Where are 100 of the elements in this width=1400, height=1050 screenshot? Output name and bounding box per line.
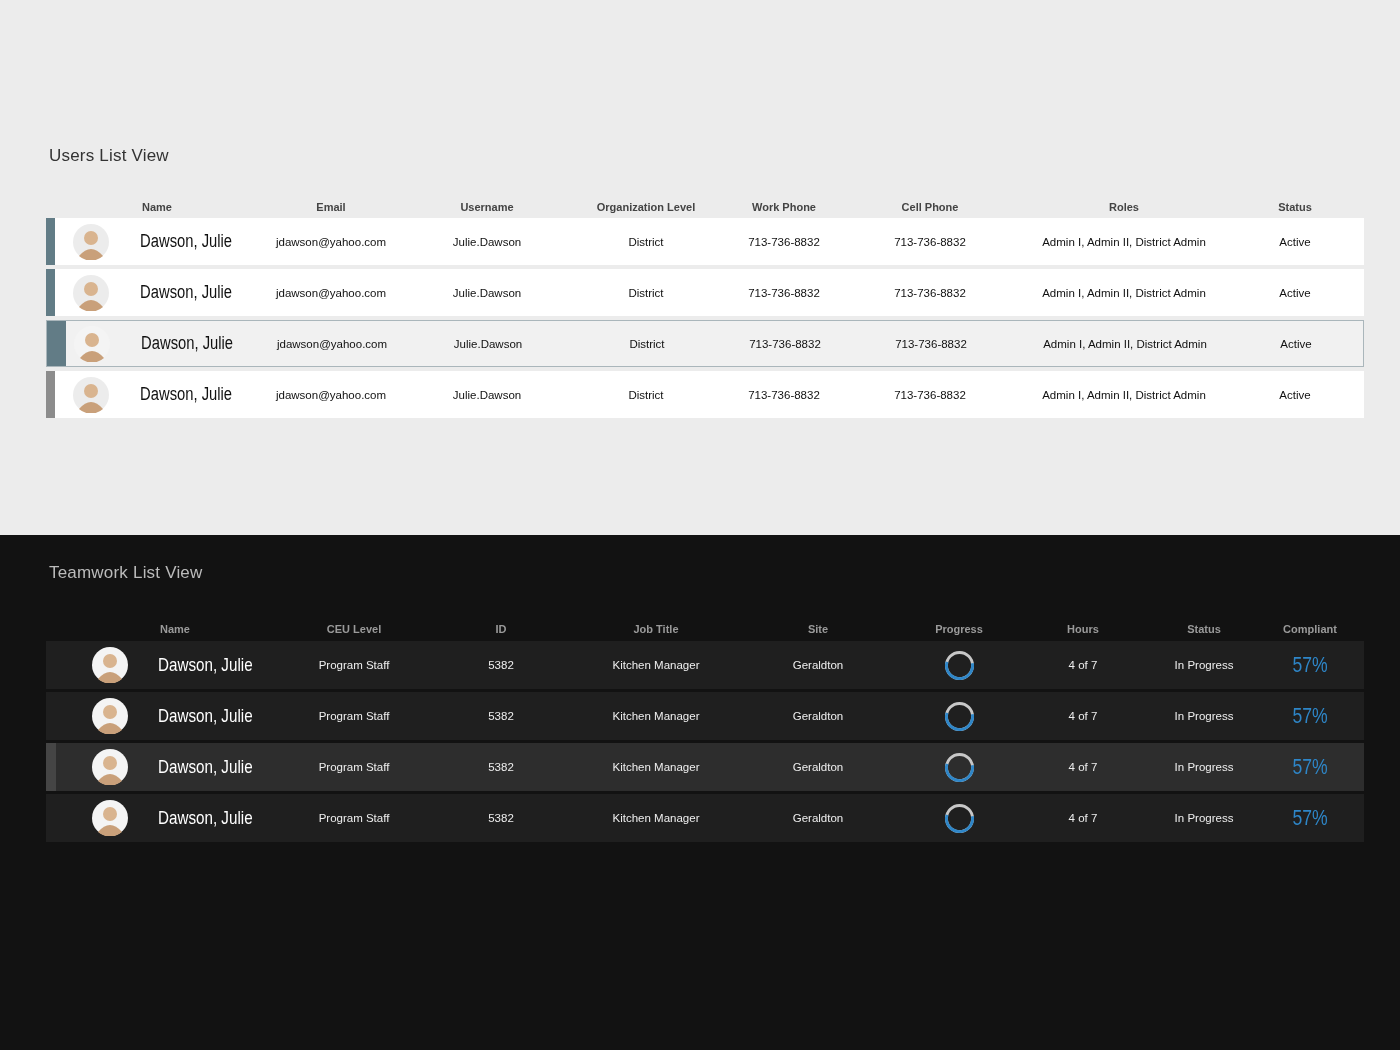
- table-cell-text: District: [628, 337, 666, 350]
- column-header: Username: [459, 201, 515, 213]
- avatar-icon: [73, 376, 109, 413]
- table-cell-text: Active: [1278, 286, 1312, 299]
- table-cell-text: Geraldton: [791, 761, 845, 773]
- table-cell-text: Geraldton: [791, 659, 845, 671]
- user-name: Dawson, Julie: [140, 333, 234, 354]
- section-title: Teamwork List View: [49, 563, 204, 583]
- table-cell-text: jdawson@yahoo.com: [274, 388, 388, 401]
- table-cell-text: Geraldton: [791, 710, 845, 722]
- progress-ring: [943, 700, 975, 732]
- column-header: CEU Level: [325, 623, 383, 635]
- table-cell-text: District: [627, 286, 665, 299]
- user-row[interactable]: Dawson, Julie jdawson@yahoo.com Julie.Dawson District 713-736-8832 713-736-8832 Admin I, Admin II, District Admin Active: [46, 218, 1364, 265]
- table-cell-text: 713-736-8832: [894, 337, 968, 350]
- teamwork-row[interactable]: Dawson, Julie Program Staff 5382 Kitchen Manager Geraldton 4 of 7 In Progress 57%: [46, 794, 1364, 842]
- table-cell-text: District: [627, 235, 665, 248]
- table-cell-text: 4 of 7: [1067, 659, 1099, 671]
- user-name: Dawson, Julie: [157, 654, 254, 676]
- avatar-icon: [92, 749, 128, 785]
- table-cell-text: Geraldton: [791, 812, 845, 824]
- table-cell-text: Program Staff: [317, 710, 391, 722]
- table-cell-text: jdawson@yahoo.com: [274, 286, 388, 299]
- teamwork-row[interactable]: Dawson, Julie Program Staff 5382 Kitchen Manager Geraldton 4 of 7 In Progress 57%: [46, 743, 1364, 791]
- column-header: Name: [159, 623, 191, 635]
- table-cell-text: Julie.Dawson: [451, 388, 523, 401]
- avatar-icon: [73, 274, 109, 311]
- compliance-percent: 57%: [1291, 805, 1329, 831]
- user-name: Dawson, Julie: [139, 231, 233, 252]
- user-name: Dawson, Julie: [157, 807, 254, 829]
- table-cell-text: 5382: [487, 659, 515, 671]
- user-name: Dawson, Julie: [157, 705, 254, 727]
- user-row[interactable]: Dawson, Julie jdawson@yahoo.com Julie.Dawson District 713-736-8832 713-736-8832 Admin I, Admin II, District Admin Active: [46, 371, 1364, 418]
- table-cell-text: 4 of 7: [1067, 710, 1099, 722]
- compliance-percent: 57%: [1291, 703, 1329, 729]
- table-cell-text: jdawson@yahoo.com: [274, 235, 388, 248]
- table-cell-text: Active: [1278, 388, 1312, 401]
- progress-ring: [943, 649, 975, 681]
- column-header: ID: [494, 623, 508, 635]
- avatar-icon: [92, 800, 128, 836]
- table-cell-text: 713-736-8832: [747, 286, 821, 299]
- teamwork-row[interactable]: Dawson, Julie Program Staff 5382 Kitchen Manager Geraldton 4 of 7 In Progress 57%: [46, 692, 1364, 740]
- column-header: Organization Level: [595, 201, 697, 213]
- table-cell-text: Kitchen Manager: [611, 761, 701, 773]
- table-cell-text: 5382: [487, 710, 515, 722]
- table-cell-text: Program Staff: [317, 659, 391, 671]
- table-cell-text: Active: [1278, 235, 1312, 248]
- table-cell-text: Kitchen Manager: [611, 710, 701, 722]
- table-cell-text: Kitchen Manager: [611, 812, 701, 824]
- table-cell-text: In Progress: [1173, 659, 1235, 671]
- user-name: Dawson, Julie: [139, 384, 233, 405]
- table-cell-text: 713-736-8832: [747, 235, 821, 248]
- table-cell-text: Active: [1279, 337, 1313, 350]
- table-cell-text: Program Staff: [317, 761, 391, 773]
- column-header: Hours: [1066, 623, 1100, 635]
- table-cell-text: Admin I, Admin II, District Admin: [1042, 337, 1208, 350]
- table-cell-text: In Progress: [1173, 761, 1235, 773]
- column-header: Site: [806, 623, 830, 635]
- table-cell-text: 5382: [487, 812, 515, 824]
- table-cell-text: 713-736-8832: [893, 388, 967, 401]
- table-cell-text: Julie.Dawson: [451, 235, 523, 248]
- section-title: Users List View: [49, 146, 170, 166]
- table-cell-text: District: [627, 388, 665, 401]
- table-cell-text: Admin I, Admin II, District Admin: [1041, 286, 1207, 299]
- column-header: Status: [1277, 201, 1313, 213]
- table-cell-text: In Progress: [1173, 710, 1235, 722]
- user-name: Dawson, Julie: [157, 756, 254, 778]
- table-cell-text: Admin I, Admin II, District Admin: [1041, 388, 1207, 401]
- compliance-percent: 57%: [1291, 754, 1329, 780]
- compliance-percent: 57%: [1291, 652, 1329, 678]
- column-header: Cell Phone: [900, 201, 960, 213]
- table-cell-text: 713-736-8832: [748, 337, 822, 350]
- user-name: Dawson, Julie: [139, 282, 233, 303]
- table-cell-text: 4 of 7: [1067, 761, 1099, 773]
- column-header: Email: [315, 201, 347, 213]
- table-cell-text: Admin I, Admin II, District Admin: [1041, 235, 1207, 248]
- table-cell-text: 5382: [487, 761, 515, 773]
- table-cell-text: In Progress: [1173, 812, 1235, 824]
- avatar-icon: [73, 223, 109, 260]
- table-cell-text: jdawson@yahoo.com: [275, 337, 389, 350]
- table-cell-text: 713-736-8832: [893, 235, 967, 248]
- progress-ring: [943, 751, 975, 783]
- table-cell-text: Julie.Dawson: [451, 286, 523, 299]
- table-cell-text: 713-736-8832: [893, 286, 967, 299]
- teamwork-row[interactable]: Dawson, Julie Program Staff 5382 Kitchen Manager Geraldton 4 of 7 In Progress 57%: [46, 641, 1364, 689]
- user-row[interactable]: Dawson, Julie jdawson@yahoo.com Julie.Dawson District 713-736-8832 713-736-8832 Admin I, Admin II, District Admin Active: [46, 320, 1364, 367]
- table-cell-text: 4 of 7: [1067, 812, 1099, 824]
- column-header: Job Title: [632, 623, 680, 635]
- table-cell-text: 713-736-8832: [747, 388, 821, 401]
- table-cell-text: Kitchen Manager: [611, 659, 701, 671]
- avatar-icon: [92, 698, 128, 734]
- column-header: Progress: [934, 623, 984, 635]
- column-header: Status: [1186, 623, 1222, 635]
- table-cell-text: Julie.Dawson: [452, 337, 524, 350]
- user-row[interactable]: Dawson, Julie jdawson@yahoo.com Julie.Dawson District 713-736-8832 713-736-8832 Admin I, Admin II, District Admin Active: [46, 269, 1364, 316]
- progress-ring: [943, 802, 975, 834]
- column-header: Work Phone: [751, 201, 817, 213]
- avatar-icon: [92, 647, 128, 683]
- column-header: Compliant: [1282, 623, 1338, 635]
- column-header: Name: [141, 201, 173, 213]
